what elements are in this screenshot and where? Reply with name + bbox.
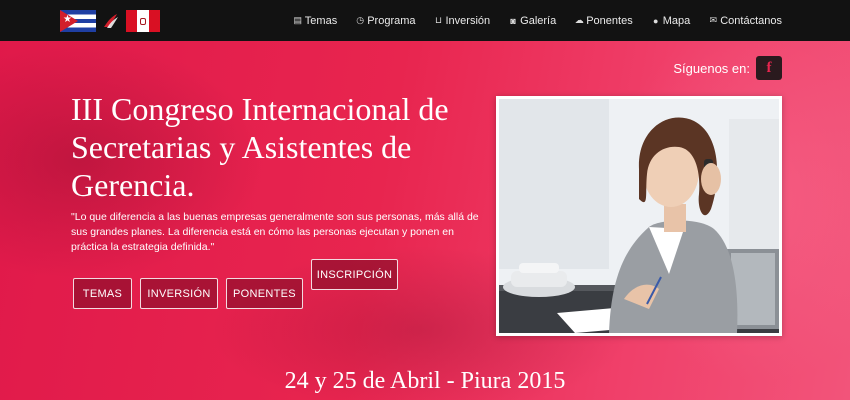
map-marker-icon: ● (652, 15, 659, 26)
nav-item-mapa[interactable]: ● Mapa (651, 14, 691, 27)
nav-item-ponentes[interactable]: ☁ Ponentes (574, 14, 633, 27)
nav-item-label: Programa (367, 14, 416, 27)
nav-item-label: Contáctanos (720, 14, 782, 27)
envelope-icon: ✉ (709, 15, 717, 25)
swoosh-icon (104, 14, 118, 28)
temas-button[interactable]: TEMAS (73, 278, 132, 309)
clock-icon: ◷ (356, 15, 365, 25)
users-icon: ☁ (574, 15, 584, 25)
inversion-button[interactable]: INVERSIÓN (140, 278, 218, 309)
cart-icon: ⊔ (434, 15, 443, 25)
page-title: III Congreso Internacional de Secretaria… (71, 91, 449, 203)
main-nav: ▤ Temas ◷ Programa ⊔ Inversión ◙ Galería… (293, 0, 782, 41)
nav-item-label: Ponentes (586, 14, 633, 27)
nav-item-label: Temas (304, 14, 338, 27)
event-date: 24 y 25 de Abril - Piura 2015 (284, 368, 566, 394)
facebook-button[interactable]: f (756, 56, 782, 80)
camera-icon: ◙ (510, 15, 516, 26)
ponentes-button[interactable]: PONENTES (226, 278, 303, 309)
secretary-illustration (499, 99, 779, 333)
nav-item-contactanos[interactable]: ✉ Contáctanos (708, 15, 782, 27)
nav-item-label: Galería (520, 14, 557, 27)
hero-quote: "Lo que diferencia a las buenas empresas… (71, 211, 479, 253)
nav-item-galeria[interactable]: ◙ Galería (508, 15, 556, 27)
flags-logo[interactable]: ★ (60, 10, 160, 32)
nav-item-temas[interactable]: ▤ Temas (293, 14, 338, 27)
nav-item-label: Inversión (445, 14, 491, 27)
inscripcion-button[interactable]: INSCRIPCIÓN (311, 259, 398, 290)
cuba-flag-icon: ★ (60, 10, 96, 32)
list-icon: ▤ (293, 15, 303, 25)
nav-item-label: Mapa (662, 14, 691, 27)
social-follow: Síguenos en: f (673, 56, 782, 80)
nav-item-programa[interactable]: ◷ Programa (355, 15, 415, 27)
peru-flag-icon (126, 10, 160, 32)
follow-label: Síguenos en: (673, 60, 750, 76)
top-navbar: ★ ▤ Temas ◷ Programa ⊔ Inversión ◙ Galer… (0, 0, 850, 41)
facebook-icon: f (766, 59, 772, 76)
hero-photo (496, 96, 782, 336)
nav-item-inversion[interactable]: ⊔ Inversión (434, 14, 491, 27)
